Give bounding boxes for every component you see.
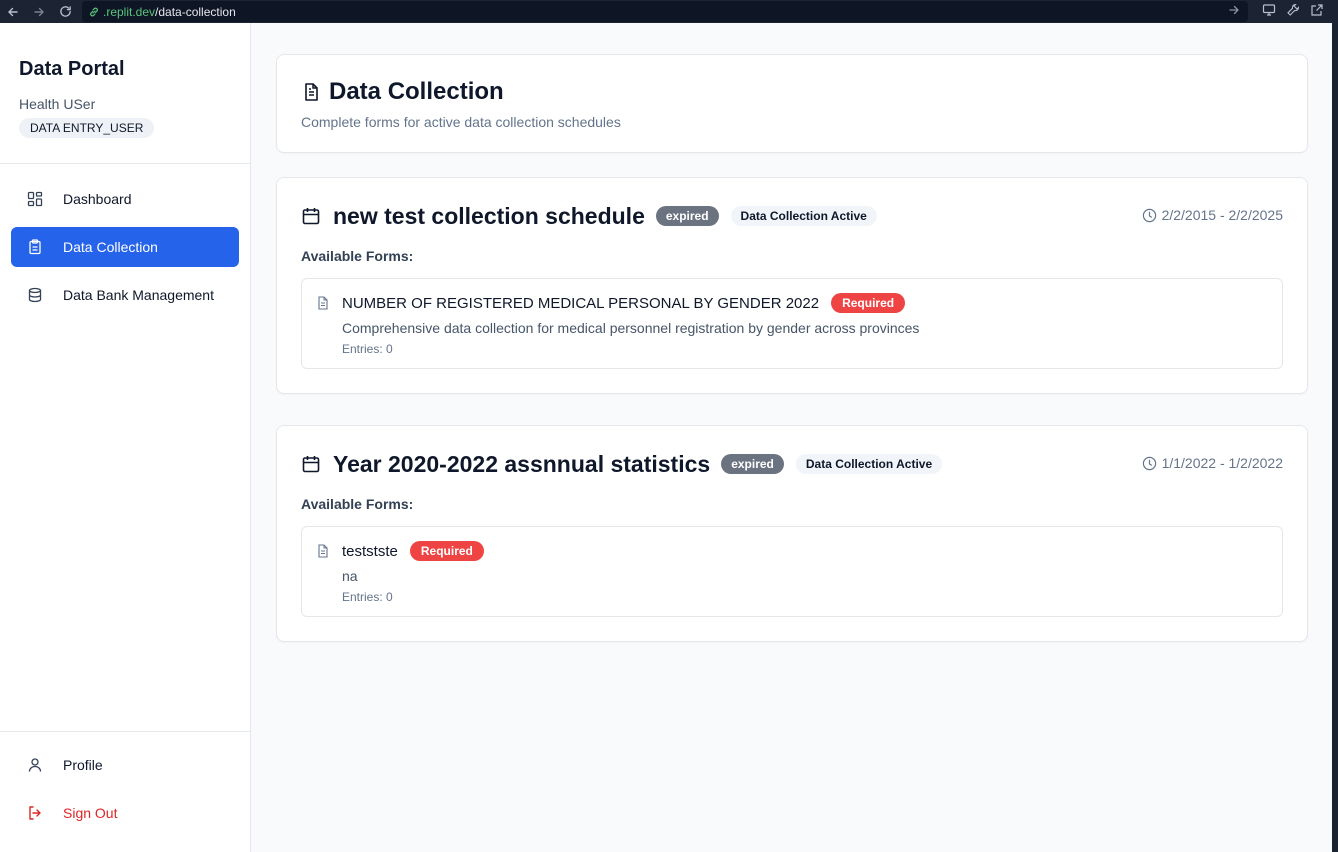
schedule-title: new test collection schedule [333,202,645,229]
form-document-icon [316,544,330,558]
sidebar-item-dashboard[interactable]: Dashboard [11,179,239,219]
main-content: Data Collection Complete forms for activ… [252,23,1332,852]
collection-status-badge: Data Collection Active [795,454,943,474]
document-icon [301,82,321,102]
collection-status-badge: Data Collection Active [730,206,877,226]
url-bar[interactable]: .replit.dev/data-collection [82,1,1248,22]
schedule-card: Year 2020-2022 assnnual statistics expir… [276,425,1308,642]
sign-out-label: Sign Out [63,805,118,821]
date-range-text: 1/1/2022 - 1/2/2022 [1161,455,1283,471]
sidebar-item-data-collection[interactable]: Data Collection [11,227,239,267]
user-name: Health USer [19,96,96,112]
user-icon [26,756,44,774]
app-title: Data Portal [19,58,125,80]
page-title: Data Collection [329,78,504,105]
sidebar-item-data-bank-management[interactable]: Data Bank Management [11,275,239,315]
form-document-icon [316,296,330,310]
available-forms-label: Available Forms: [301,248,414,264]
sidebar-nav: Dashboard Data Collection Data Bank Mana… [0,164,250,338]
required-badge: Required [831,293,906,313]
form-description: Comprehensive data collection for medica… [342,320,920,336]
external-link-icon[interactable] [1310,3,1324,22]
required-badge: Required [409,541,484,561]
calendar-icon [301,206,321,226]
role-badge: DATA ENTRY_USER [19,118,155,138]
form-item[interactable]: teststste Required na Entries: 0 [301,526,1283,617]
sidebar-item-label: Profile [63,757,103,773]
sign-out-button[interactable]: Sign Out [11,793,239,833]
schedule-date-range: 2/2/2015 - 2/2/2025 [1142,207,1283,223]
schedule-card: new test collection schedule expired Dat… [276,177,1308,394]
url-path: /data-collection [155,4,236,19]
reload-icon[interactable] [52,0,78,23]
expired-badge: expired [721,454,784,474]
sidebar-item-profile[interactable]: Profile [11,745,239,785]
url-host: .replit.dev [103,4,156,19]
clock-icon [1142,208,1157,223]
forward-arrow-icon[interactable] [26,0,52,23]
page-subtitle: Complete forms for active data collectio… [301,114,621,130]
link-icon [90,7,98,16]
browser-toolbar: .replit.dev/data-collection [0,0,1338,23]
form-description: na [342,568,358,584]
schedule-title: Year 2020-2022 assnnual statistics [333,450,711,477]
dashboard-icon [26,190,44,208]
expired-badge: expired [655,206,719,226]
calendar-icon [301,454,321,474]
form-title: teststste [342,542,398,560]
page-header-card: Data Collection Complete forms for activ… [276,54,1308,153]
date-range-text: 2/2/2015 - 2/2/2025 [1161,207,1283,223]
sidebar: Data Portal Health USer DATA ENTRY_USER … [0,23,251,852]
sidebar-footer: Profile Sign Out [0,731,250,852]
sign-out-icon [26,804,44,822]
back-arrow-icon[interactable] [0,0,26,23]
window-edge [1332,23,1338,852]
sidebar-item-label: Dashboard [63,191,132,207]
form-entries: Entries: 0 [342,590,393,604]
clipboard-icon [26,238,44,256]
database-icon [26,286,44,304]
wrench-icon[interactable] [1286,3,1300,22]
clock-icon [1142,456,1157,471]
monitor-icon[interactable] [1262,3,1276,22]
form-title: NUMBER OF REGISTERED MEDICAL PERSONAL BY… [342,294,820,312]
url-go-icon[interactable] [1228,4,1240,19]
sidebar-header: Data Portal Health USer DATA ENTRY_USER [0,23,250,164]
form-item[interactable]: NUMBER OF REGISTERED MEDICAL PERSONAL BY… [301,278,1283,369]
available-forms-label: Available Forms: [301,496,414,512]
schedule-date-range: 1/1/2022 - 1/2/2022 [1142,455,1283,471]
sidebar-item-label: Data Collection [63,239,158,255]
sidebar-item-label: Data Bank Management [63,287,214,303]
form-entries: Entries: 0 [342,342,393,356]
